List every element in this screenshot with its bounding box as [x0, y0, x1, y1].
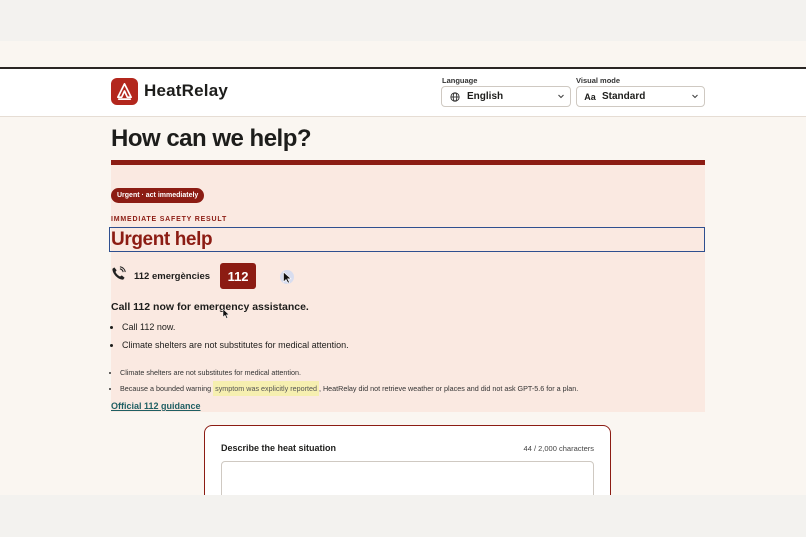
character-count: 44 / 2,000 characters [523, 444, 594, 453]
list-item: Climate shelters are not substitutes for… [122, 340, 349, 350]
note-text: , HeatRelay did not retrieve weather or … [318, 384, 579, 393]
list-item: Call 112 now. [122, 322, 349, 332]
chevron-down-icon [557, 92, 565, 103]
action-list: Call 112 now. Climate shelters are not s… [111, 322, 349, 358]
language-select[interactable]: English [441, 86, 571, 107]
list-item: Climate shelters are not substitutes for… [120, 368, 578, 377]
top-bar: HeatRelay Language English Visual mode A… [0, 67, 806, 117]
emergency-phone-row: 112 emergències 112 [111, 262, 257, 290]
highlighted-text: symptom was explicitly reported [213, 381, 319, 396]
mouse-cursor-icon [280, 270, 294, 284]
form-title: Describe the heat situation [221, 443, 337, 453]
brand-name[interactable]: HeatRelay [144, 81, 228, 101]
list-item: Because a bounded warning symptom was ex… [120, 381, 579, 396]
page-title: How can we help? [111, 125, 312, 152]
text-size-icon: Aa [584, 91, 596, 102]
globe-icon [448, 91, 462, 102]
call-112-button[interactable]: 112 [220, 263, 257, 289]
heatrelay-logo-icon[interactable] [111, 78, 138, 105]
urgent-result-panel: Urgent · act immediately IMMEDIATE SAFET… [109, 160, 705, 412]
language-label: Language [442, 76, 478, 85]
phone-label: 112 emergències [134, 270, 211, 282]
urgent-title: Urgent help [111, 229, 213, 250]
visual-mode-select[interactable]: Aa Standard [576, 86, 705, 107]
urgent-badge: Urgent · act immediately [111, 188, 205, 203]
situation-textarea[interactable] [221, 461, 594, 495]
language-value: English [467, 91, 504, 102]
result-eyebrow: IMMEDIATE SAFETY RESULT [111, 216, 228, 223]
situation-form-card: Describe the heat situation 44 / 2,000 c… [204, 425, 611, 495]
visual-mode-label: Visual mode [576, 76, 621, 85]
chevron-down-icon [691, 92, 699, 103]
visual-mode-value: Standard [602, 91, 646, 102]
notes-list: Climate shelters are not substitutes for… [111, 368, 578, 400]
phone-icon [111, 266, 126, 286]
page: HeatRelay Language English Visual mode A… [0, 41, 806, 495]
urgent-heading-focus[interactable]: Urgent help [109, 227, 705, 252]
instruction-text: Call 112 now for emergency assistance. [111, 301, 309, 313]
official-guidance-link[interactable]: Official 112 guidance [111, 401, 201, 411]
note-text: Because a bounded warning [120, 384, 214, 393]
pointer-cursor-icon [222, 308, 230, 319]
